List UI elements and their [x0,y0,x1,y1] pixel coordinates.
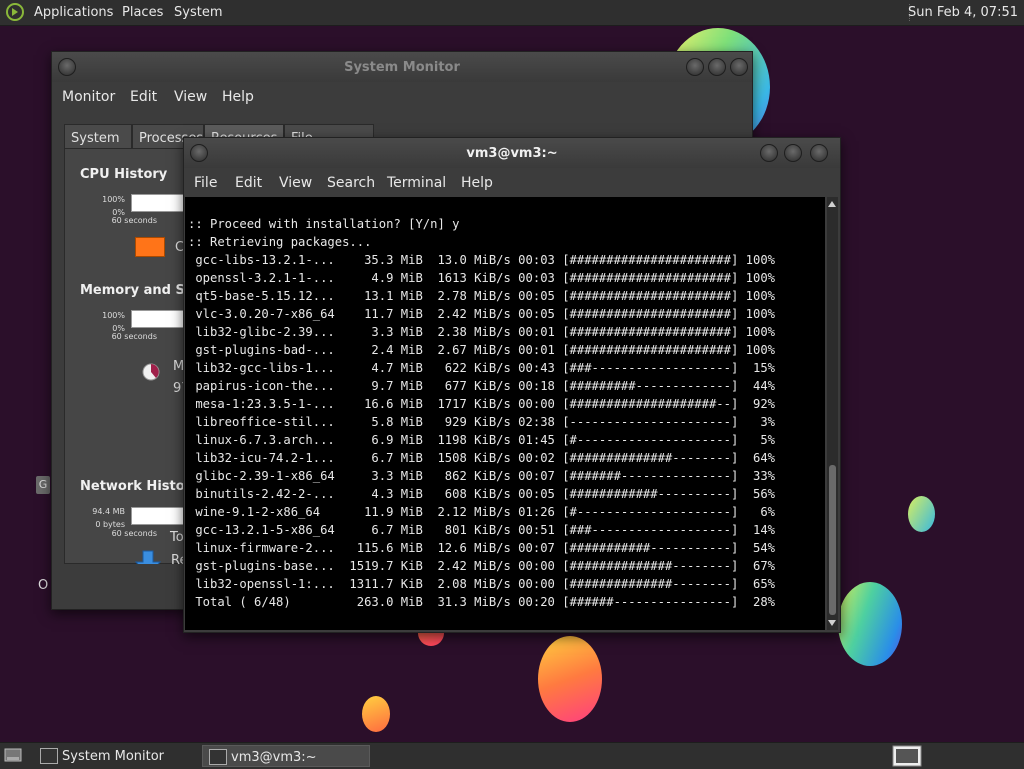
cpu-pct-top: 100% [102,195,125,204]
terminal-line: Total ( 6/48) 263.0 MiB 31.3 MiB/s 00:20… [188,595,775,609]
terminal-line: lib32-gcc-libs-1... 4.7 MiB 622 KiB/s 00… [188,361,775,375]
network-history-title: Network History [80,479,200,494]
terminal-line: :: Proceed with installation? [Y/n] y [188,217,460,231]
scroll-down-icon[interactable] [828,620,836,626]
maximize-button[interactable] [784,144,802,162]
menubar: Monitor Edit View Help [52,85,752,111]
desktop-partial-label: O [38,578,49,593]
terminal-line: wine-9.1-2-x86_64 11.9 MiB 2.12 MiB/s 01… [188,505,775,519]
menu-view[interactable]: View [279,175,312,191]
menu-help[interactable]: Help [222,89,254,105]
desktop-partial-label: G [36,476,50,494]
bottom-panel: System Monitor vm3@vm3:~ [0,742,1024,769]
titlebar[interactable]: System Monitor [52,52,752,82]
mem-pct-top: 100% [102,311,125,320]
taskbar-item-label: System Monitor [62,749,165,764]
terminal-line: qt5-base-5.15.12... 13.1 MiB 2.78 MiB/s … [188,289,775,303]
terminal-line: gcc-libs-13.2.1-... 35.3 MiB 13.0 MiB/s … [188,253,775,267]
terminal-line: gcc-13.2.1-5-x86_64 6.7 MiB 801 KiB/s 00… [188,523,775,537]
close-button[interactable] [730,58,748,76]
menu-edit[interactable]: Edit [235,175,262,191]
terminal-scrollbar[interactable] [827,197,838,630]
terminal-line: glibc-2.39-1-x86_64 3.3 MiB 862 KiB/s 00… [188,469,775,483]
minimize-button[interactable] [760,144,778,162]
taskbar-item-label: vm3@vm3:~ [231,750,317,765]
menu-places[interactable]: Places [122,5,163,20]
desktop-bubble [838,582,902,666]
menu-help[interactable]: Help [461,175,493,191]
terminal-line: openssl-3.2.1-1-... 4.9 MiB 1613 KiB/s 0… [188,271,775,285]
menu-search[interactable]: Search [327,175,375,191]
taskbar-item-terminal[interactable]: vm3@vm3:~ [202,745,370,767]
show-desktop-icon[interactable] [4,747,22,763]
scrollbar-thumb[interactable] [829,465,836,615]
menu-terminal[interactable]: Terminal [387,175,446,191]
terminal-line: binutils-2.42-2-... 4.3 MiB 608 KiB/s 00… [188,487,775,501]
net-bottom-label: 0 bytes [95,520,125,529]
desktop-bubble [908,496,935,532]
menubar: File Edit View Search Terminal Help [184,171,840,197]
menu-system[interactable]: System [174,5,222,20]
terminal-line: papirus-icon-the... 9.7 MiB 677 KiB/s 00… [188,379,775,393]
minimize-button[interactable] [686,58,704,76]
terminal-output[interactable]: :: Proceed with installation? [Y/n] y:: … [185,197,825,630]
terminal-line: gst-plugins-base... 1519.7 KiB 2.42 MiB/… [188,559,775,573]
net-time-label: 60 seconds [111,529,157,538]
window-title: System Monitor [344,60,460,75]
terminal-line: linux-6.7.3.arch... 6.9 MiB 1198 KiB/s 0… [188,433,775,447]
mate-logo-icon[interactable] [6,3,24,21]
mem-time-label: 60 seconds [111,332,157,341]
net-top-label: 94.4 MB [92,507,125,516]
top-panel: Applications Places System Sun Feb 4, 07… [0,0,1024,26]
memory-pie-icon [142,363,160,381]
cpu-color-swatch[interactable] [135,237,165,257]
terminal-line: gst-plugins-bad-... 2.4 MiB 2.67 MiB/s 0… [188,343,775,357]
terminal-line: lib32-icu-74.2-1... 6.7 MiB 1508 KiB/s 0… [188,451,775,465]
terminal-line: :: Retrieving packages... [188,235,372,249]
terminal-line: vlc-3.0.20-7-x86_64 11.7 MiB 2.42 MiB/s … [188,307,775,321]
desktop-bubble [362,696,390,732]
menu-edit[interactable]: Edit [130,89,157,105]
total-received-label: To [170,530,184,545]
terminal-icon [209,749,227,765]
terminal-line: lib32-openssl-1:... 1311.7 KiB 2.08 MiB/… [188,577,775,591]
close-button[interactable] [810,144,828,162]
menu-file[interactable]: File [194,175,217,191]
cpu-history-title: CPU History [80,167,168,182]
terminal-line: mesa-1:23.3.5-1-... 16.6 MiB 1717 KiB/s … [188,397,775,411]
workspace-switcher-icon[interactable] [892,745,922,767]
system-monitor-icon [40,748,58,764]
menu-applications[interactable]: Applications [34,5,113,20]
clock[interactable]: Sun Feb 4, 07:51 [908,5,1018,20]
terminal-line: linux-firmware-2... 115.6 MiB 12.6 MiB/s… [188,541,775,555]
maximize-button[interactable] [708,58,726,76]
titlebar[interactable]: vm3@vm3:~ [184,138,840,168]
terminal-line: libreoffice-stil... 5.8 MiB 929 KiB/s 02… [188,415,775,429]
terminal-line: lib32-glibc-2.39... 3.3 MiB 2.38 MiB/s 0… [188,325,775,339]
tab-system[interactable]: System [64,124,132,148]
taskbar-item-system-monitor[interactable]: System Monitor [34,745,196,767]
desktop-bubble [538,636,602,722]
scroll-up-icon[interactable] [828,201,836,207]
menu-monitor[interactable]: Monitor [62,89,115,105]
terminal-window: vm3@vm3:~ File Edit View Search Terminal… [183,137,841,633]
menu-view[interactable]: View [174,89,207,105]
window-title: vm3@vm3:~ [466,146,558,161]
cpu-time-label: 60 seconds [111,216,157,225]
